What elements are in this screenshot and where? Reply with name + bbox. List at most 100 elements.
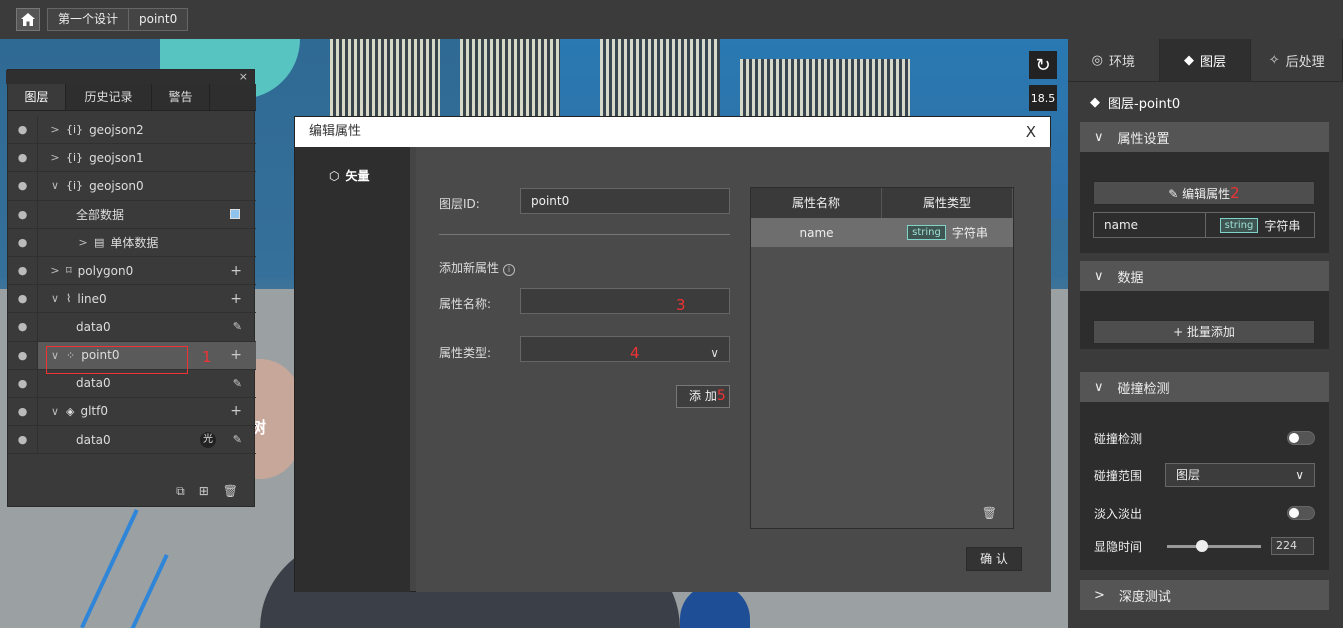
layer-label: point0 xyxy=(81,348,120,363)
add-attribute-button[interactable]: 添 加5 xyxy=(676,385,730,408)
layer-item-all-data[interactable]: ● 全部数据 xyxy=(8,200,256,229)
breadcrumb-project[interactable]: 第一个设计 xyxy=(48,9,130,30)
eye-icon[interactable]: ● xyxy=(8,313,38,341)
eye-icon[interactable]: ● xyxy=(8,144,38,172)
tab-environment[interactable]: ◎ 环境 xyxy=(1068,39,1160,81)
close-button[interactable]: X xyxy=(1026,117,1036,147)
tab-layers[interactable]: 图层 xyxy=(8,84,66,110)
eye-icon[interactable]: ● xyxy=(8,397,38,426)
chevron-right-icon[interactable]: > xyxy=(48,264,62,277)
section-header[interactable]: ∨ 属性设置 xyxy=(1080,122,1329,152)
add-icon[interactable]: + xyxy=(230,263,242,279)
eye-icon[interactable]: ● xyxy=(8,285,38,313)
edit-icon[interactable]: ✎ xyxy=(233,433,242,446)
chevron-right-icon[interactable]: > xyxy=(76,236,90,249)
divider xyxy=(439,234,730,235)
edit-icon[interactable]: ✎ xyxy=(233,320,242,333)
attribute-name-input[interactable] xyxy=(520,288,730,314)
dialog-body: 图层ID: point0 添加新属性 i 属性名称: 3 属性类型: ∨ 4 添 … xyxy=(416,147,1051,592)
chevron-down-icon: ∨ xyxy=(1295,468,1304,482)
tab-postprocess[interactable]: ✧ 后处理 xyxy=(1251,39,1343,81)
sidebar-item-vector[interactable]: ⬡ 矢量 xyxy=(329,167,410,184)
info-icon[interactable]: i xyxy=(503,264,516,276)
home-button[interactable] xyxy=(16,8,40,31)
layer-item-gltf0[interactable]: ● ∨ ◈ gltf0 + xyxy=(8,397,256,427)
edit-icon: ✎ xyxy=(1168,187,1183,201)
chevron-down-icon[interactable]: ∨ xyxy=(48,405,62,418)
eye-icon[interactable]: ● xyxy=(8,228,38,256)
chevron-right-icon[interactable]: > xyxy=(48,123,62,136)
add-folder-icon[interactable]: ⊞ xyxy=(199,484,209,498)
layer-item-point0[interactable]: ● ∨ ⁘ point0 + xyxy=(8,341,256,370)
layer-item-single-data[interactable]: ● > ▤ 单体数据 xyxy=(8,228,256,257)
add-icon[interactable]: + xyxy=(230,403,242,419)
table-row[interactable]: name string 字符串 xyxy=(751,218,1013,247)
chevron-down-icon[interactable]: ∨ xyxy=(48,349,62,362)
delete-icon[interactable]: 🗑 xyxy=(982,506,997,520)
geojson-icon: {i} xyxy=(66,179,84,193)
add-icon[interactable]: + xyxy=(230,291,242,307)
section-header[interactable]: ∨ 数据 xyxy=(1080,261,1329,291)
layer-item-geojson1[interactable]: ● > {i} geojson1 xyxy=(8,144,256,173)
eye-icon[interactable]: ● xyxy=(8,200,38,228)
edit-icon[interactable]: ✎ xyxy=(233,377,242,390)
layer-item-geojson0[interactable]: ● ∨ {i} geojson0 xyxy=(8,172,256,201)
eye-icon[interactable]: ● xyxy=(8,341,38,369)
layer-panel-close-button[interactable]: × xyxy=(6,70,254,84)
layer-item-geojson2[interactable]: ● > {i} geojson2 xyxy=(8,116,256,145)
chevron-right-icon[interactable]: > xyxy=(48,151,62,164)
tab-layers[interactable]: ◆ 图层 xyxy=(1159,39,1252,81)
layer-item-polygon0[interactable]: ● > ⌑ polygon0 + xyxy=(8,256,256,286)
attribute-table: 属性名称 属性类型 name string 字符串 🗑 xyxy=(750,187,1014,529)
column-header-type: 属性类型 xyxy=(882,188,1013,218)
layers-icon: ◆ xyxy=(1184,52,1194,68)
layer-panel-footer: ⧉ ⊞ 🗑 xyxy=(8,476,256,506)
confirm-button[interactable]: 确 认 xyxy=(966,547,1022,571)
chevron-down-icon[interactable]: ∨ xyxy=(48,179,62,192)
annotation-1: 1 xyxy=(202,348,212,366)
collision-toggle[interactable] xyxy=(1287,431,1315,445)
attribute-type-select[interactable]: ∨ xyxy=(520,336,730,362)
fade-toggle[interactable] xyxy=(1287,506,1315,520)
cube-icon: ◈ xyxy=(66,404,75,418)
add-icon[interactable]: + xyxy=(230,347,242,363)
eye-icon[interactable]: ● xyxy=(8,172,38,200)
properties-tabs: ◎ 环境 ◆ 图层 ✧ 后处理 xyxy=(1068,39,1343,82)
tab-warnings[interactable]: 警告 xyxy=(152,84,210,110)
layer-item-gltf0-data0[interactable]: ● data0 光 ✎ xyxy=(8,426,256,455)
add-new-attribute-label: 添加新属性 i xyxy=(439,259,516,276)
fade-time-slider[interactable] xyxy=(1167,545,1261,548)
layer-item-point0-data0[interactable]: ● data0 ✎ xyxy=(8,369,256,398)
layer-label: geojson2 xyxy=(89,122,144,137)
geojson-icon: {i} xyxy=(66,123,84,137)
eye-icon[interactable]: ● xyxy=(8,256,38,285)
eye-icon[interactable]: ● xyxy=(8,369,38,397)
layer-id-input[interactable]: point0 xyxy=(520,188,730,214)
copy-icon[interactable]: ⧉ xyxy=(176,484,185,499)
geojson-icon: {i} xyxy=(66,151,84,165)
layer-item-line0-data0[interactable]: ● data0 ✎ xyxy=(8,313,256,342)
refresh-button[interactable]: ↻ xyxy=(1029,51,1057,79)
eye-icon[interactable]: ● xyxy=(8,116,38,144)
edit-attributes-button[interactable]: ✎ 编辑属性2 xyxy=(1093,181,1315,205)
delete-icon[interactable]: 🗑 xyxy=(223,484,238,498)
tab-history[interactable]: 历史记录 xyxy=(66,84,152,110)
fade-time-input[interactable]: 224 xyxy=(1271,537,1314,555)
point-icon: ⁘ xyxy=(66,348,76,362)
annotation-5: 5 xyxy=(716,388,726,404)
chevron-down-icon: ∨ xyxy=(1094,379,1104,395)
breadcrumb-layer[interactable]: point0 xyxy=(129,9,188,30)
slider-handle[interactable] xyxy=(1196,540,1208,552)
section-header[interactable]: ∨ 碰撞检测 xyxy=(1080,372,1329,402)
chevron-down-icon: ∨ xyxy=(710,346,719,360)
color-swatch[interactable] xyxy=(230,209,240,220)
dialog-header: 编辑属性 X xyxy=(295,117,1050,147)
layer-item-line0[interactable]: ● ∨ ⌇ line0 + xyxy=(8,285,256,314)
light-badge[interactable]: 光 xyxy=(200,431,216,448)
chevron-down-icon[interactable]: ∨ xyxy=(48,292,62,305)
batch-add-button[interactable]: + 批量添加 xyxy=(1093,320,1315,344)
collision-range-select[interactable]: 图层 ∨ xyxy=(1165,463,1315,487)
eye-icon[interactable]: ● xyxy=(8,426,38,454)
section-header[interactable]: > 深度测试 xyxy=(1080,580,1329,610)
refresh-icon: ↻ xyxy=(1035,54,1051,76)
